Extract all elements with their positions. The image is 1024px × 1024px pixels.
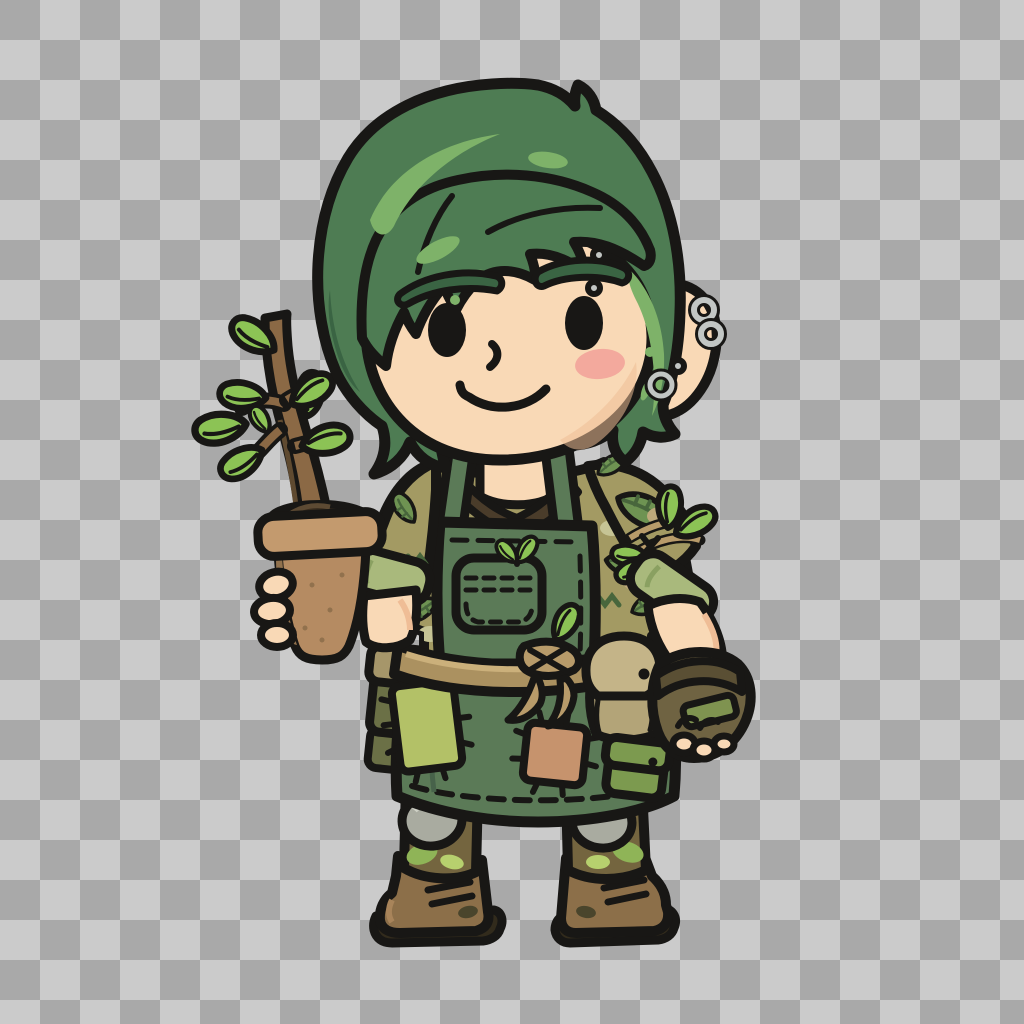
transparent-canvas: [0, 0, 1024, 1024]
eye-right: [565, 296, 603, 350]
pot-rim: [257, 511, 383, 557]
fingertip: [714, 736, 734, 752]
boot-highlight: [389, 900, 392, 922]
bib-side-stitch: [580, 556, 581, 656]
piercing-ball-icon: [588, 282, 600, 294]
pouch-button: [639, 669, 650, 680]
leaf: [216, 441, 269, 484]
leaf: [194, 413, 247, 444]
character-illustration: [0, 0, 1024, 1024]
ear-stud-icon: [672, 360, 684, 372]
head: [318, 83, 721, 474]
finger: [261, 623, 293, 647]
eye-left: [428, 303, 466, 357]
camo-spot: [586, 855, 610, 869]
hand-left-fingers: [253, 568, 296, 647]
glove: [652, 652, 750, 759]
piercing-ball-icon: [593, 249, 605, 261]
